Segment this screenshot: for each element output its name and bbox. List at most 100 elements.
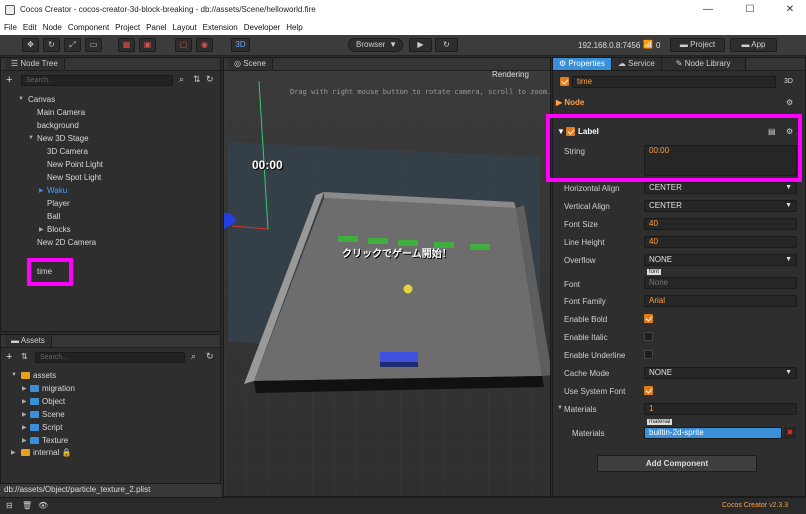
scene-viewport[interactable]: Drag with right mouse button to rotate c… bbox=[224, 71, 550, 496]
tree-item-waku[interactable]: Waku bbox=[47, 186, 67, 195]
menu-node[interactable]: Node bbox=[39, 21, 64, 32]
tree-item-time[interactable]: time bbox=[37, 267, 52, 276]
line-height-input[interactable]: 40 bbox=[644, 236, 797, 248]
menu-extension[interactable]: Extension bbox=[199, 21, 240, 32]
cache-mode-select[interactable]: NONE ▼ bbox=[644, 367, 797, 379]
tree-item-2d-camera[interactable]: New 2D Camera bbox=[37, 238, 96, 247]
timer-label[interactable]: 00:00 bbox=[252, 158, 283, 172]
font-size-input[interactable]: 40 bbox=[644, 218, 797, 230]
asset-internal[interactable]: internal 🔒 bbox=[21, 448, 71, 457]
pivot-icon[interactable]: ▦ bbox=[118, 38, 135, 52]
add-asset-icon[interactable]: + bbox=[6, 351, 12, 363]
expand-texture-icon[interactable]: ▶ bbox=[22, 437, 27, 444]
app-button[interactable]: ▬ App bbox=[730, 38, 777, 52]
platform-select[interactable]: Browser ▼ bbox=[348, 38, 403, 52]
local-global-icon[interactable]: ▣ bbox=[139, 38, 156, 52]
system-font-checkbox[interactable] bbox=[644, 386, 653, 395]
menu-file[interactable]: File bbox=[0, 21, 19, 32]
tree-item-main-camera[interactable]: Main Camera bbox=[37, 108, 85, 117]
asset-folder-script[interactable]: Script bbox=[30, 423, 62, 432]
minimize-button[interactable]: — bbox=[688, 2, 728, 18]
mode-3d-button[interactable]: 3D bbox=[231, 38, 250, 52]
rect-tool-icon[interactable]: ▭ bbox=[85, 38, 102, 52]
badge-3d[interactable]: 3D bbox=[784, 78, 793, 85]
tree-item-blocks[interactable]: Blocks bbox=[47, 225, 71, 234]
refresh-icon[interactable]: ↻ bbox=[206, 74, 214, 85]
play-button[interactable]: ▶ bbox=[409, 38, 432, 52]
string-textarea[interactable]: 00:00 bbox=[644, 145, 797, 176]
node-settings-icon[interactable]: ⚙ bbox=[786, 98, 793, 107]
add-component-button[interactable]: Add Component bbox=[597, 455, 757, 472]
v-align-select[interactable]: CENTER ▼ bbox=[644, 200, 797, 212]
asset-search-input[interactable]: Search... bbox=[35, 352, 185, 363]
node-name-input[interactable]: time bbox=[572, 76, 776, 88]
refresh-button[interactable]: ↻ bbox=[435, 38, 458, 52]
bold-checkbox[interactable] bbox=[644, 314, 653, 323]
menu-help[interactable]: Help bbox=[282, 21, 304, 32]
tree-item-3d-camera[interactable]: 3D Camera bbox=[47, 147, 88, 156]
expand-canvas-icon[interactable]: ▼ bbox=[18, 96, 24, 102]
section-label[interactable]: ▼ bbox=[557, 127, 565, 136]
font-family-input[interactable]: Arial bbox=[644, 295, 797, 307]
expand-migration-icon[interactable]: ▶ bbox=[22, 385, 27, 392]
expand-3d-stage-icon[interactable]: ▼ bbox=[28, 135, 34, 141]
menu-component[interactable]: Component bbox=[64, 21, 111, 32]
tree-item-point-light[interactable]: New Point Light bbox=[47, 160, 103, 169]
menu-layout[interactable]: Layout bbox=[169, 21, 199, 32]
tab-properties[interactable]: ⚙ Properties bbox=[553, 58, 612, 70]
expand-assets-icon[interactable]: ▼ bbox=[11, 372, 17, 378]
section-node[interactable]: ▶ Node bbox=[556, 98, 584, 107]
tree-item-canvas[interactable]: Canvas bbox=[28, 95, 55, 104]
sort-assets-icon[interactable]: ⇅ bbox=[21, 352, 28, 361]
tree-item-3d-stage[interactable]: New 3D Stage bbox=[37, 134, 89, 143]
asset-folder-migration[interactable]: migration bbox=[30, 384, 75, 393]
node-search-input[interactable]: Search... bbox=[21, 75, 173, 86]
asset-refresh-icon[interactable]: ↻ bbox=[206, 351, 214, 362]
label-settings-icon[interactable]: ⚙ bbox=[786, 127, 793, 136]
add-node-icon[interactable]: + bbox=[6, 74, 12, 86]
camera-icon[interactable]: ◉ bbox=[196, 38, 213, 52]
expand-materials-icon[interactable]: ▼ bbox=[557, 405, 563, 411]
sort-icon[interactable]: ⇅ bbox=[193, 74, 201, 85]
expand-waku-icon[interactable]: ▶ bbox=[39, 187, 44, 194]
preview-layout-icon[interactable]: ▢ bbox=[175, 38, 192, 52]
expand-internal-icon[interactable]: ▶ bbox=[11, 449, 16, 456]
menu-edit[interactable]: Edit bbox=[19, 21, 39, 32]
console-icon[interactable]: ⊟ bbox=[6, 501, 13, 510]
maximize-button[interactable]: ☐ bbox=[730, 2, 770, 18]
asset-search-icon[interactable]: ⌕ bbox=[191, 351, 196, 362]
menu-panel[interactable]: Panel bbox=[142, 21, 168, 32]
asset-root[interactable]: assets bbox=[21, 371, 56, 380]
search-icon[interactable]: ⌕ bbox=[179, 74, 184, 85]
book-icon[interactable]: ▤ bbox=[768, 127, 776, 136]
tree-item-player[interactable]: Player bbox=[47, 199, 70, 208]
asset-folder-scene[interactable]: Scene bbox=[30, 410, 65, 419]
trash-icon[interactable]: 🗑 bbox=[22, 501, 32, 510]
remove-material-icon[interactable]: ✖ bbox=[784, 427, 796, 439]
asset-folder-texture[interactable]: Texture bbox=[30, 436, 68, 445]
tree-item-background[interactable]: background bbox=[37, 121, 79, 130]
scale-tool-icon[interactable]: ⤢ bbox=[64, 38, 81, 52]
expand-blocks-icon[interactable]: ▶ bbox=[39, 226, 44, 233]
label-enabled-checkbox[interactable] bbox=[566, 127, 575, 136]
tree-item-ball[interactable]: Ball bbox=[47, 212, 60, 221]
tab-node-library[interactable]: ✎ Node Library bbox=[661, 58, 746, 70]
menu-project[interactable]: Project bbox=[111, 21, 142, 32]
project-button[interactable]: ▬ Project bbox=[670, 38, 725, 52]
eye-icon[interactable]: 👁 bbox=[38, 501, 48, 510]
italic-checkbox[interactable] bbox=[644, 332, 653, 341]
expand-object-icon[interactable]: ▶ bbox=[22, 398, 27, 405]
material-asset-field[interactable]: builtin-2d-sprite bbox=[644, 427, 782, 439]
rotate-tool-icon[interactable]: ↻ bbox=[43, 38, 60, 52]
rendering-label[interactable]: Rendering bbox=[492, 70, 529, 79]
h-align-select[interactable]: CENTER ▼ bbox=[644, 182, 797, 194]
tree-item-spot-light[interactable]: New Spot Light bbox=[47, 173, 101, 182]
move-tool-icon[interactable]: ✥ bbox=[22, 38, 39, 52]
underline-checkbox[interactable] bbox=[644, 350, 653, 359]
node-active-checkbox[interactable] bbox=[560, 77, 569, 86]
tab-assets[interactable]: ▬ Assets bbox=[5, 335, 52, 347]
tab-service[interactable]: ☁ Service bbox=[611, 58, 662, 70]
menu-developer[interactable]: Developer bbox=[240, 21, 282, 32]
overflow-select[interactable]: NONE ▼ bbox=[644, 254, 797, 266]
expand-scene-icon[interactable]: ▶ bbox=[22, 411, 27, 418]
